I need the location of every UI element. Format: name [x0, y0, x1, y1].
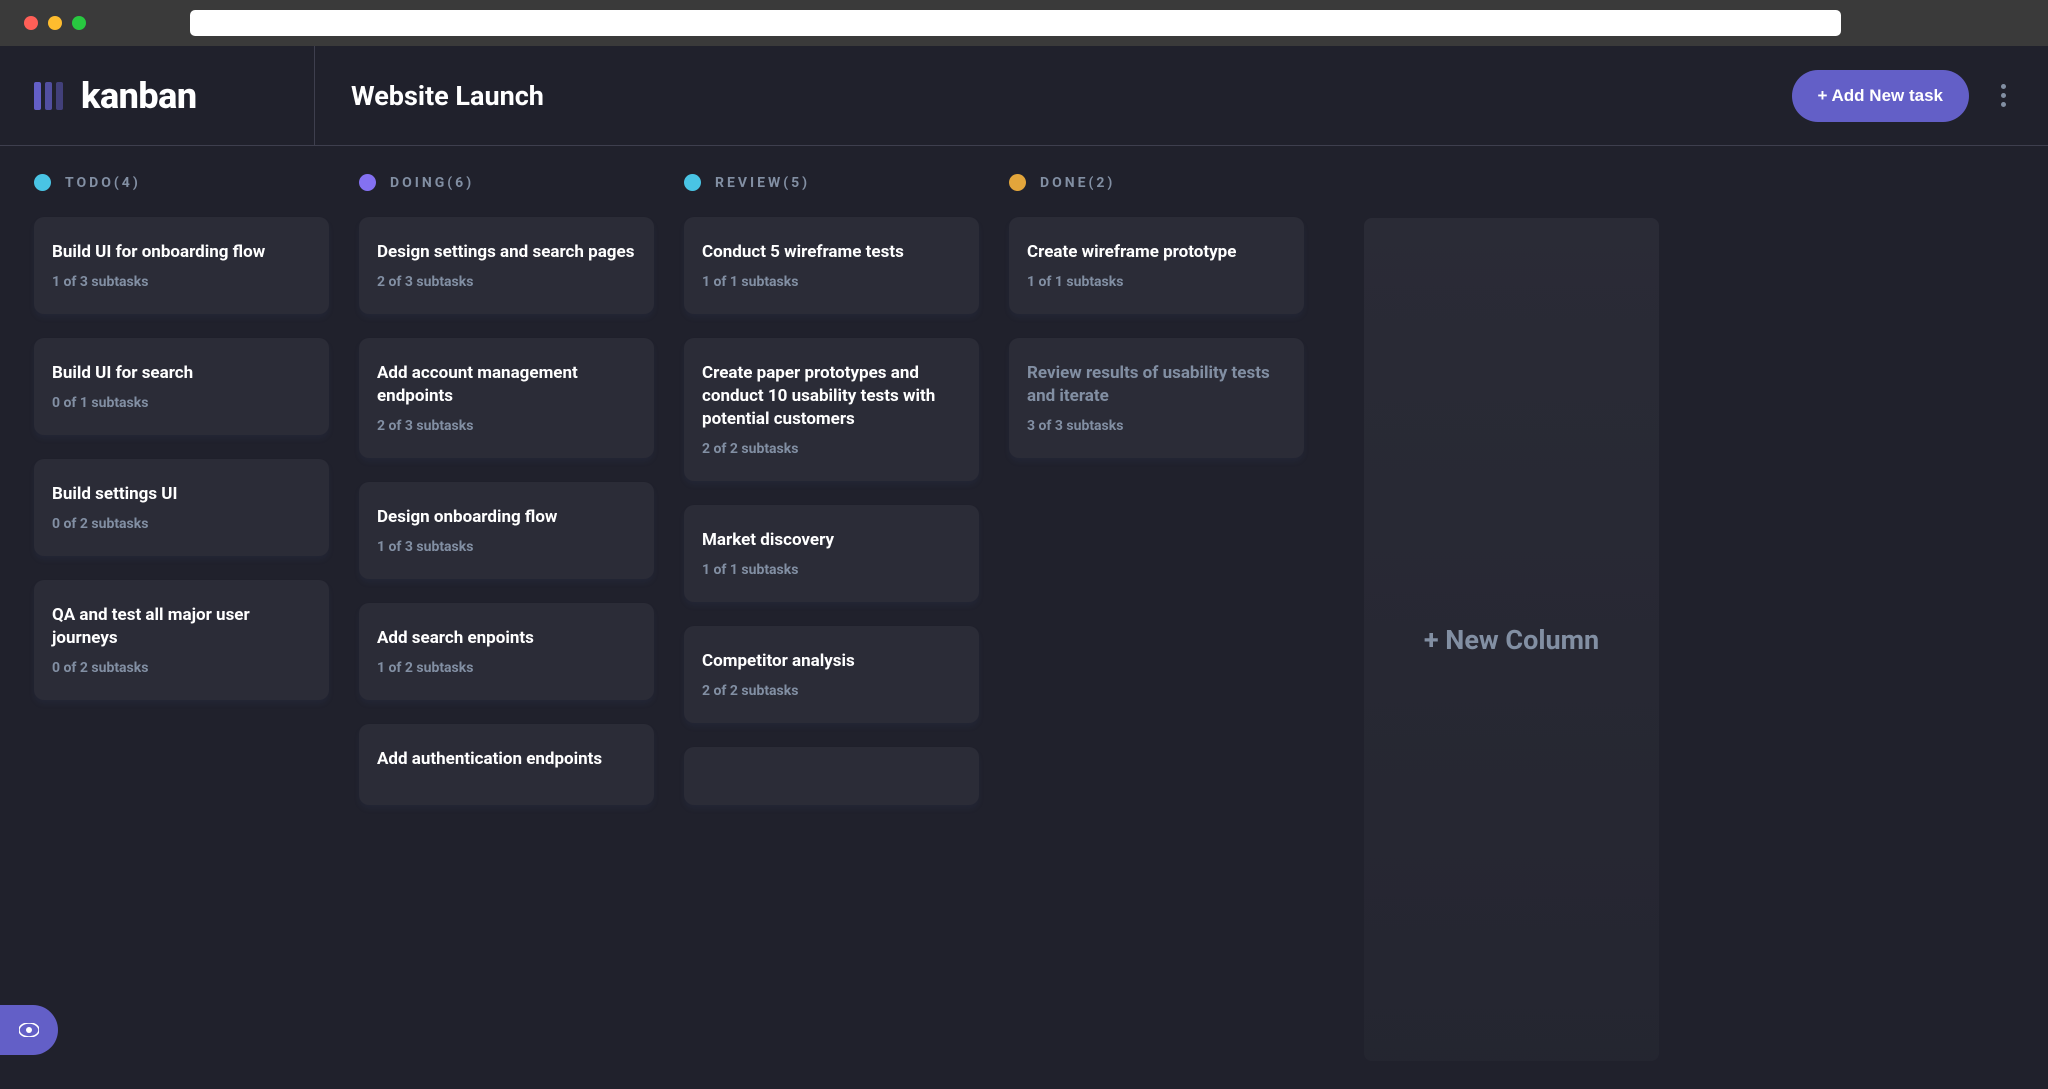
eye-icon	[19, 1023, 39, 1037]
show-sidebar-button[interactable]	[0, 1005, 58, 1055]
column-status-dot	[684, 174, 701, 191]
task-subtasks: 1 of 1 subtasks	[702, 562, 961, 578]
window-titlebar	[0, 0, 2048, 46]
task-card[interactable]: Build UI for search 0 of 1 subtasks	[34, 338, 329, 435]
task-card[interactable]: Build UI for onboarding flow 1 of 3 subta…	[34, 217, 329, 314]
task-subtasks: 0 of 1 subtasks	[52, 395, 311, 411]
column-doing: DOING(6) Design settings and search pages…	[359, 174, 654, 1061]
column-header: TODO(4)	[34, 174, 329, 191]
url-bar[interactable]	[190, 10, 1841, 36]
task-title: Build UI for onboarding flow	[52, 241, 311, 264]
task-card[interactable]: Conduct 5 wireframe tests 1 of 1 subtasks	[684, 217, 979, 314]
add-task-button[interactable]: + Add New task	[1792, 70, 1970, 122]
task-subtasks: 1 of 1 subtasks	[1027, 274, 1286, 290]
task-title: Create paper prototypes and conduct 10 u…	[702, 362, 961, 431]
task-subtasks: 3 of 3 subtasks	[1027, 418, 1286, 434]
task-subtasks: 1 of 1 subtasks	[702, 274, 961, 290]
column-header: REVIEW(5)	[684, 174, 979, 191]
task-title: Review results of usability tests and it…	[1027, 362, 1286, 408]
task-title: QA and test all major user journeys	[52, 604, 311, 650]
new-column-button[interactable]: + New Column	[1364, 218, 1659, 1061]
logo-text: kanban	[81, 75, 197, 117]
task-subtasks: 1 of 3 subtasks	[377, 539, 636, 555]
task-card[interactable]: Add account management endpoints 2 of 3 s…	[359, 338, 654, 458]
more-options-button[interactable]	[1995, 78, 2012, 113]
task-card[interactable]: Market discovery 1 of 1 subtasks	[684, 505, 979, 602]
column-status-dot	[1009, 174, 1026, 191]
task-title: Build settings UI	[52, 483, 311, 506]
task-subtasks: 2 of 2 subtasks	[702, 683, 961, 699]
task-title: Add authentication endpoints	[377, 748, 636, 771]
task-card[interactable]: Create paper prototypes and conduct 10 u…	[684, 338, 979, 481]
task-subtasks: 2 of 2 subtasks	[702, 441, 961, 457]
task-subtasks: 2 of 3 subtasks	[377, 418, 636, 434]
task-title: Add search enpoints	[377, 627, 636, 650]
column-todo: TODO(4) Build UI for onboarding flow 1 of …	[34, 174, 329, 1061]
task-card[interactable]: Add search enpoints 1 of 2 subtasks	[359, 603, 654, 700]
task-subtasks: 0 of 2 subtasks	[52, 660, 311, 676]
task-title: Design settings and search pages	[377, 241, 636, 264]
task-subtasks: 0 of 2 subtasks	[52, 516, 311, 532]
maximize-window-button[interactable]	[72, 16, 86, 30]
column-done: DONE(2) Create wireframe prototype 1 of 1 …	[1009, 174, 1304, 1061]
traffic-lights	[24, 16, 86, 30]
task-card[interactable]: Design onboarding flow 1 of 3 subtasks	[359, 482, 654, 579]
task-card[interactable]: Design settings and search pages 2 of 3 s…	[359, 217, 654, 314]
task-subtasks: 2 of 3 subtasks	[377, 274, 636, 290]
board-title-block: Website Launch + Add New task	[315, 70, 2048, 122]
task-title: Create wireframe prototype	[1027, 241, 1286, 264]
task-title: Add account management endpoints	[377, 362, 636, 408]
task-title: Conduct 5 wireframe tests	[702, 241, 961, 264]
cards-container: Build UI for onboarding flow 1 of 3 subta…	[34, 217, 329, 700]
task-card[interactable]: QA and test all major user journeys 0 of …	[34, 580, 329, 700]
kanban-board: TODO(4) Build UI for onboarding flow 1 of …	[0, 146, 2048, 1089]
column-label: DOING(6)	[390, 175, 474, 191]
cards-container: Create wireframe prototype 1 of 1 subtask…	[1009, 217, 1304, 458]
task-card[interactable]: Create wireframe prototype 1 of 1 subtask…	[1009, 217, 1304, 314]
column-label: DONE(2)	[1040, 175, 1115, 191]
task-subtasks: 1 of 2 subtasks	[377, 660, 636, 676]
task-title: Competitor analysis	[702, 650, 961, 673]
minimize-window-button[interactable]	[48, 16, 62, 30]
task-title: Build UI for search	[52, 362, 311, 385]
task-card[interactable]: Review results of usability tests and it…	[1009, 338, 1304, 458]
logo-block: kanban	[0, 46, 315, 145]
column-status-dot	[359, 174, 376, 191]
task-card[interactable]: Build settings UI 0 of 2 subtasks	[34, 459, 329, 556]
app-header: kanban Website Launch + Add New task	[0, 46, 2048, 146]
board-title: Website Launch	[351, 80, 544, 112]
column-header: DOING(6)	[359, 174, 654, 191]
logo-icon	[34, 82, 63, 110]
task-card[interactable]: Competitor analysis 2 of 2 subtasks	[684, 626, 979, 723]
column-label: TODO(4)	[65, 175, 141, 191]
task-title: Design onboarding flow	[377, 506, 636, 529]
close-window-button[interactable]	[24, 16, 38, 30]
header-actions: + Add New task	[1792, 70, 2013, 122]
column-review: REVIEW(5) Conduct 5 wireframe tests 1 of 1…	[684, 174, 979, 1061]
task-card[interactable]: Add authentication endpoints	[359, 724, 654, 805]
column-label: REVIEW(5)	[715, 175, 810, 191]
column-header: DONE(2)	[1009, 174, 1304, 191]
new-column-label: + New Column	[1424, 624, 1599, 656]
task-subtasks: 1 of 3 subtasks	[52, 274, 311, 290]
task-card[interactable]	[684, 747, 979, 805]
column-status-dot	[34, 174, 51, 191]
task-title: Market discovery	[702, 529, 961, 552]
cards-container: Conduct 5 wireframe tests 1 of 1 subtasks…	[684, 217, 979, 805]
cards-container: Design settings and search pages 2 of 3 s…	[359, 217, 654, 805]
